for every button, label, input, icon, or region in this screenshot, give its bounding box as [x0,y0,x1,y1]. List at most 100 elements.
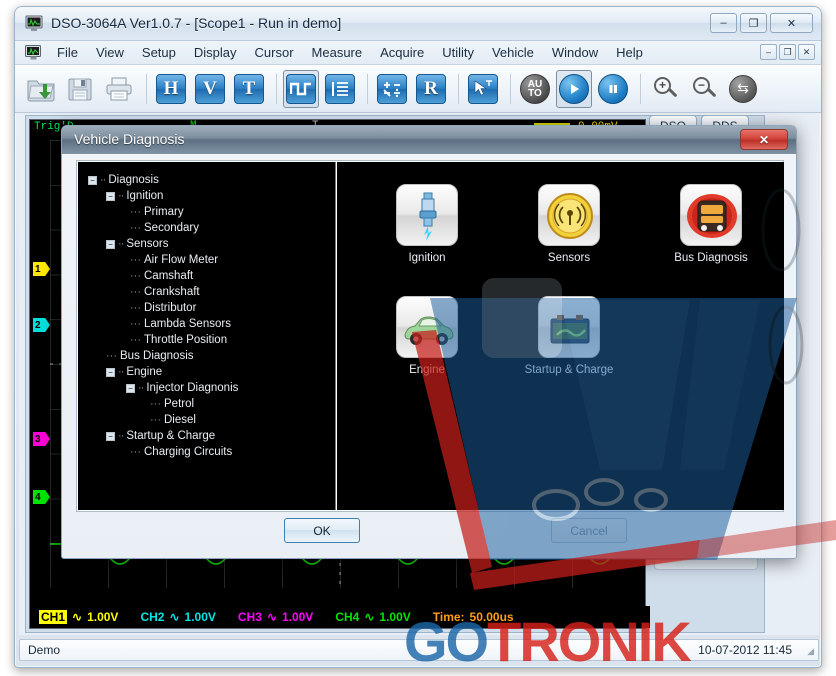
tree-item-camshaft[interactable]: ··· Camshaft [88,268,335,284]
tree-item-ignition[interactable]: − ·· Ignition [88,188,335,204]
cursor-select-button[interactable] [465,70,501,108]
tree-item-label: Crankshaft [144,286,200,298]
tree-item-diesel[interactable]: ··· Diesel [88,412,335,428]
diagnosis-icon-label: Bus Diagnosis [674,252,748,264]
tree-item-injector-diagnosis[interactable]: − ·· Injector Diagnonis [88,380,335,396]
timebase-value: 50.00us [469,610,514,624]
menu-file[interactable]: File [48,42,87,63]
cancel-button[interactable]: Cancel [551,518,627,543]
mdi-restore-button[interactable]: ❐ [779,44,796,60]
tree-item-label: Sensors [126,238,169,250]
dialog-title: Vehicle Diagnosis [74,131,185,147]
pause-button[interactable] [595,70,631,108]
status-bar: Demo 10-07-2012 11:45 ◢ [19,639,819,661]
autoset-button[interactable]: AU TO [517,70,553,108]
reference-button[interactable]: R [413,70,449,108]
vertical-button[interactable]: V [192,70,228,108]
tree-item-bus-diagnosis[interactable]: ··· Bus Diagnosis [88,348,335,364]
diagnosis-tree[interactable]: − ·· Diagnosis − ·· Ignition ··· Primary ·… [78,162,336,510]
vehicle-diagnosis-dialog: Vehicle Diagnosis ✕ − ·· Diagnosis − ·· Ig… [61,125,797,559]
tree-item-startup-charge[interactable]: − ·· Startup & Charge [88,428,335,444]
mdi-close-button[interactable]: ✕ [798,44,815,60]
menu-vehicle[interactable]: Vehicle [483,42,543,63]
collapse-minus-icon[interactable]: − [106,191,115,201]
diagnosis-icon-ignition[interactable]: Ignition [381,184,473,264]
tree-item-crankshaft[interactable]: ··· Crankshaft [88,284,335,300]
maximize-button[interactable]: ❐ [740,13,767,33]
scope-app-icon [25,15,43,32]
swap-button[interactable]: ⇆ [725,70,761,108]
diagnosis-icon-sensors[interactable]: Sensors [523,184,615,264]
menu-acquire[interactable]: Acquire [371,42,433,63]
tree-item-air-flow-meter[interactable]: ··· Air Flow Meter [88,252,335,268]
channel-readout-ch3[interactable]: CH3 ∿ 1.00V [232,607,319,627]
channel-marker-3[interactable]: 3 [33,432,50,446]
menu-view[interactable]: View [87,42,133,63]
tree-item-petrol[interactable]: ··· Petrol [88,396,335,412]
ch4-name: CH4 [335,610,360,624]
menu-utility[interactable]: Utility [433,42,483,63]
dialog-button-row: OK Cancel [62,518,796,548]
collapse-minus-icon[interactable]: − [126,383,135,393]
channel-marker-1[interactable]: 1 [33,262,50,276]
channel-marker-2[interactable]: 2 [33,318,50,332]
diagnosis-icon-bus-diagnosis[interactable]: Bus Diagnosis [665,184,757,264]
trigger-button[interactable]: T [231,70,267,108]
horizontal-button[interactable]: H [153,70,189,108]
collapse-minus-icon[interactable]: − [106,431,115,441]
ch1-coupling-icon: ∿ [72,610,83,624]
magnifier-minus-icon: − [690,75,718,103]
channel-readout-ch4[interactable]: CH4 ∿ 1.00V [329,607,416,627]
close-button[interactable]: ✕ [770,13,813,33]
tree-item-diagnosis[interactable]: − ·· Diagnosis [88,172,335,188]
channel-marker-4[interactable]: 4 [33,490,50,504]
menu-setup[interactable]: Setup [133,42,185,63]
diagnosis-icon-engine[interactable]: Engine [381,296,473,376]
cursor-arrow-icon [468,73,498,104]
menu-display[interactable]: Display [185,42,246,63]
zoom-out-button[interactable]: − [686,70,722,108]
tree-item-secondary[interactable]: ··· Secondary [88,220,335,236]
tree-item-sensors[interactable]: − ·· Sensors [88,236,335,252]
collapse-minus-icon[interactable]: − [88,175,97,185]
zoom-in-button[interactable]: + [647,70,683,108]
run-button[interactable] [556,69,592,108]
tree-item-throttle-position[interactable]: ··· Throttle Position [88,332,335,348]
main-toolbar: H V T R AU TO + − ⇆ [15,65,821,113]
collapse-minus-icon[interactable]: − [106,239,115,249]
swap-arrows-icon: ⇆ [729,74,757,103]
tree-item-primary[interactable]: ··· Primary [88,204,335,220]
save-file-button[interactable] [62,70,98,108]
channel-readout-ch2[interactable]: CH2 ∿ 1.00V [134,607,221,627]
resize-grip-icon[interactable]: ◢ [807,646,814,657]
mdi-minimize-button[interactable]: – [760,44,777,60]
ok-button[interactable]: OK [284,518,360,543]
timebase-label: Time: [432,610,465,624]
timebase-readout[interactable]: Time: 50.00us [427,607,520,627]
print-button[interactable] [101,70,137,108]
battery-icon [538,296,600,358]
waveform-button[interactable] [283,69,319,108]
tree-item-lambda-sensors[interactable]: ··· Lambda Sensors [88,316,335,332]
dialog-close-button[interactable]: ✕ [740,129,788,150]
minimize-button[interactable]: – [710,13,737,33]
menu-help[interactable]: Help [607,42,652,63]
vertical-icon: V [195,73,225,104]
window-titlebar: DSO-3064A Ver1.0.7 - [Scope1 - Run in de… [15,7,821,41]
toolbar-separator [276,73,277,104]
menu-cursor[interactable]: Cursor [246,42,303,63]
collapse-minus-icon[interactable]: − [106,367,115,377]
autoset-icon: AU TO [520,73,550,104]
tree-item-label: Throttle Position [144,334,228,346]
tree-item-engine[interactable]: − ·· Engine [88,364,335,380]
channel-readout-ch1[interactable]: CH1 ∿ 1.00V [33,607,124,627]
open-file-button[interactable] [23,70,59,108]
menu-window[interactable]: Window [543,42,607,63]
tree-item-charging-circuits[interactable]: ··· Charging Circuits [88,444,335,460]
math-button[interactable] [374,70,410,108]
menu-measure[interactable]: Measure [303,42,372,63]
tree-item-distributor[interactable]: ··· Distributor [88,300,335,316]
measure-list-button[interactable] [322,70,358,108]
diagnosis-icon-startup-charge[interactable]: Startup & Charge [523,296,615,376]
status-mode-text: Demo [28,643,61,657]
